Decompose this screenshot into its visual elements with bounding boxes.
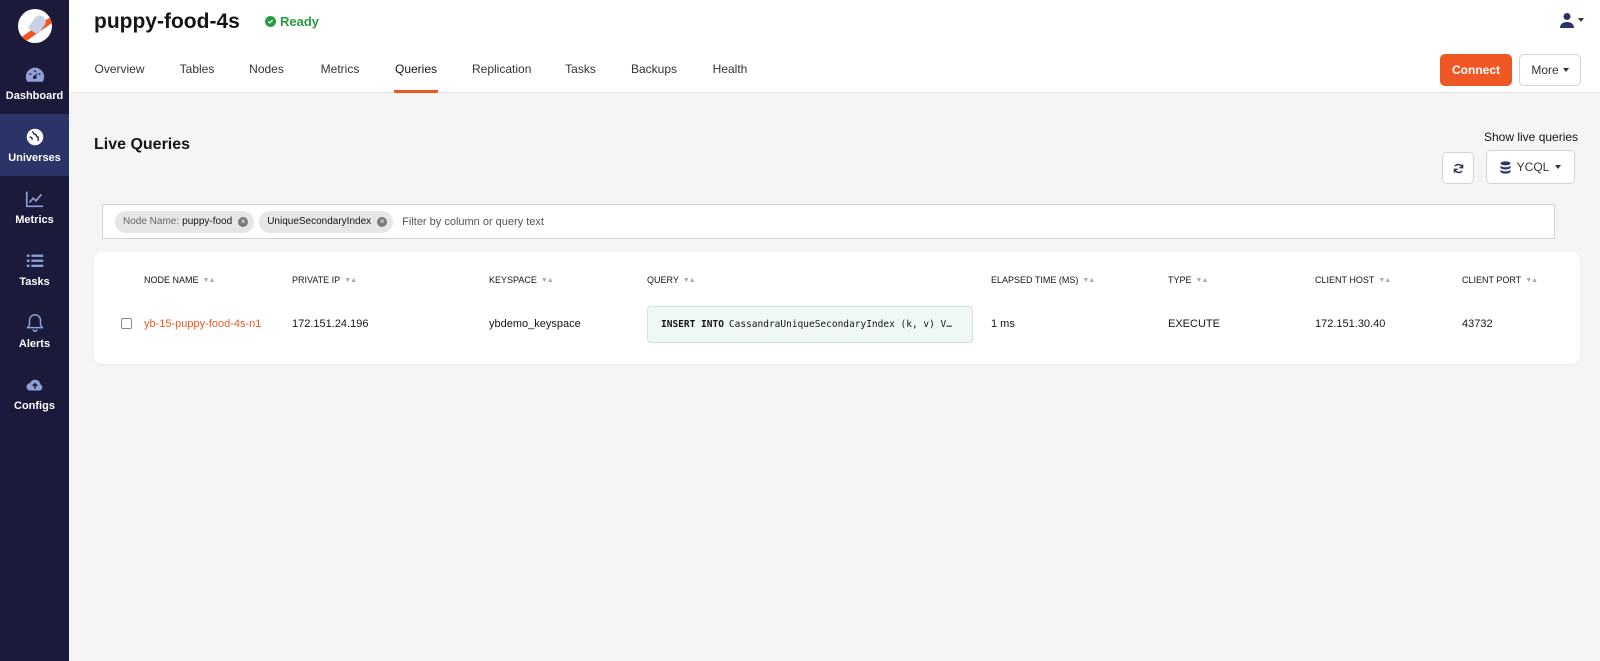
sidebar-item-label: Dashboard (5, 90, 64, 102)
filter-chip-key: Node Name: (123, 216, 180, 227)
bell-icon (25, 314, 44, 332)
globe-icon (26, 128, 43, 146)
close-icon[interactable]: × (238, 216, 249, 227)
check-circle-icon (265, 16, 276, 27)
show-live-queries-label: Show live queries (1484, 130, 1579, 144)
column-header-label: NODE NAME (144, 275, 199, 285)
close-icon[interactable]: × (377, 216, 388, 227)
tab-health[interactable]: Health (712, 52, 748, 93)
user-menu[interactable] (1560, 12, 1584, 28)
filter-bar[interactable]: Node Name: puppy-food × UniqueSecondaryI… (102, 204, 1555, 239)
status-text: Ready (280, 14, 320, 29)
tab-overview[interactable]: Overview (94, 52, 145, 93)
sidebar-item-configs[interactable]: Configs (0, 362, 69, 424)
tab-tables[interactable]: Tables (179, 52, 215, 93)
sidebar-item-label: Tasks (19, 276, 50, 288)
private-ip-cell: 172.151.24.196 (292, 318, 369, 330)
column-header-label: QUERY (647, 275, 679, 285)
sort-icon: ▼▲ (1195, 276, 1209, 284)
sidebar-item-label: Alerts (18, 338, 51, 350)
column-header-label: CLIENT HOST (1315, 275, 1375, 285)
user-icon (1560, 13, 1574, 28)
more-button-label: More (1531, 63, 1559, 77)
logo-icon (17, 9, 52, 43)
query-keyword: INSERT INTO (661, 319, 724, 330)
sidebar-item-label: Universes (8, 152, 61, 164)
column-header-private-ip[interactable]: PRIVATE IP ▼▲ (292, 275, 357, 285)
tab-tasks[interactable]: Tasks (565, 52, 596, 93)
chevron-down-icon (1562, 68, 1569, 72)
yugabyte-logo[interactable] (0, 0, 69, 52)
filter-input[interactable] (402, 215, 703, 228)
sort-icon: ▼▲ (540, 276, 554, 284)
sort-icon: ▼▲ (202, 276, 216, 284)
section-title: Live Queries (94, 136, 191, 153)
page-title: puppy-food-4s (94, 10, 240, 33)
chevron-down-icon (1578, 18, 1584, 22)
column-header-query[interactable]: QUERY ▼▲ (647, 275, 696, 285)
tab-nodes[interactable]: Nodes (249, 52, 284, 93)
column-header-label: CLIENT PORT (1462, 275, 1522, 285)
tab-replication[interactable]: Replication (472, 52, 531, 93)
live-queries-table: NODE NAME ▼▲ PRIVATE IP ▼▲ KEYSPACE ▼▲ QUER… (94, 252, 1580, 364)
filter-chip-value: UniqueSecondaryIndex (267, 216, 372, 227)
filter-chip-value: puppy-food (182, 216, 233, 227)
status-badge: Ready (265, 14, 319, 29)
column-header-client-host[interactable]: CLIENT HOST ▼▲ (1315, 275, 1391, 285)
query-text: CassandraUniqueSecondaryIndex (k, v) V… (728, 319, 952, 330)
column-header-label: TYPE (1168, 275, 1192, 285)
query-type-dropdown[interactable]: YCQL (1486, 150, 1575, 184)
sort-icon: ▼▲ (1082, 276, 1095, 284)
connect-button[interactable]: Connect (1440, 54, 1512, 86)
tab-backups[interactable]: Backups (631, 52, 677, 93)
chevron-down-icon (1555, 165, 1562, 169)
sidebar: Dashboard Universes Metrics Tasks Alerts… (0, 0, 69, 661)
query-cell[interactable]: INSERT INTO CassandraUniqueSecondaryInde… (647, 306, 973, 343)
node-name-link[interactable]: yb-15-puppy-food-4s-n1 (144, 318, 261, 330)
client-host-cell: 172.151.30.40 (1315, 318, 1386, 330)
sort-icon: ▼▲ (1525, 276, 1538, 284)
list-icon (26, 254, 43, 267)
row-checkbox[interactable] (121, 318, 132, 329)
tab-metrics[interactable]: Metrics (320, 52, 360, 93)
filter-chip-query: UniqueSecondaryIndex × (259, 210, 394, 233)
sort-icon: ▼▲ (1378, 276, 1391, 284)
sidebar-item-label: Configs (14, 400, 55, 412)
elapsed-time-cell: 1 ms (991, 318, 1015, 330)
dashboard-icon (25, 67, 44, 82)
refresh-icon (1453, 163, 1463, 173)
column-header-client-port[interactable]: CLIENT PORT ▼▲ (1462, 275, 1538, 285)
sidebar-item-dashboard[interactable]: Dashboard (0, 52, 69, 114)
sidebar-item-metrics[interactable]: Metrics (0, 176, 69, 238)
chart-line-icon (25, 191, 43, 208)
filter-chip-node-name: Node Name: puppy-food × (115, 210, 255, 233)
sidebar-item-tasks[interactable]: Tasks (0, 238, 69, 300)
cloud-upload-icon (26, 379, 42, 391)
sort-icon: ▼▲ (344, 276, 357, 284)
column-header-keyspace[interactable]: KEYSPACE ▼▲ (489, 275, 554, 285)
more-button[interactable]: More (1519, 54, 1581, 86)
sidebar-item-universes[interactable]: Universes (0, 114, 69, 176)
column-header-label: ELAPSED TIME (MS) (991, 275, 1079, 285)
database-icon (1500, 160, 1511, 174)
column-header-type[interactable]: TYPE ▼▲ (1168, 275, 1209, 285)
sidebar-item-alerts[interactable]: Alerts (0, 300, 69, 362)
column-header-label: KEYSPACE (489, 275, 537, 285)
tab-queries[interactable]: Queries (394, 52, 438, 93)
keyspace-cell: ybdemo_keyspace (489, 318, 581, 330)
type-cell: EXECUTE (1168, 318, 1220, 330)
column-header-elapsed-time[interactable]: ELAPSED TIME (MS) ▼▲ (991, 275, 1095, 285)
column-header-label: PRIVATE IP (292, 275, 341, 285)
refresh-button[interactable] (1442, 152, 1474, 184)
query-type-label: YCQL (1516, 160, 1550, 174)
sort-icon: ▼▲ (682, 276, 696, 284)
universe-tabs: Overview Tables Nodes Metrics Queries Re… (94, 52, 748, 93)
column-header-node-name[interactable]: NODE NAME ▼▲ (144, 275, 216, 285)
sidebar-item-label: Metrics (15, 214, 54, 226)
client-port-cell: 43732 (1462, 318, 1493, 330)
page-header: puppy-food-4s Ready Overview Tables Node… (69, 0, 1600, 93)
